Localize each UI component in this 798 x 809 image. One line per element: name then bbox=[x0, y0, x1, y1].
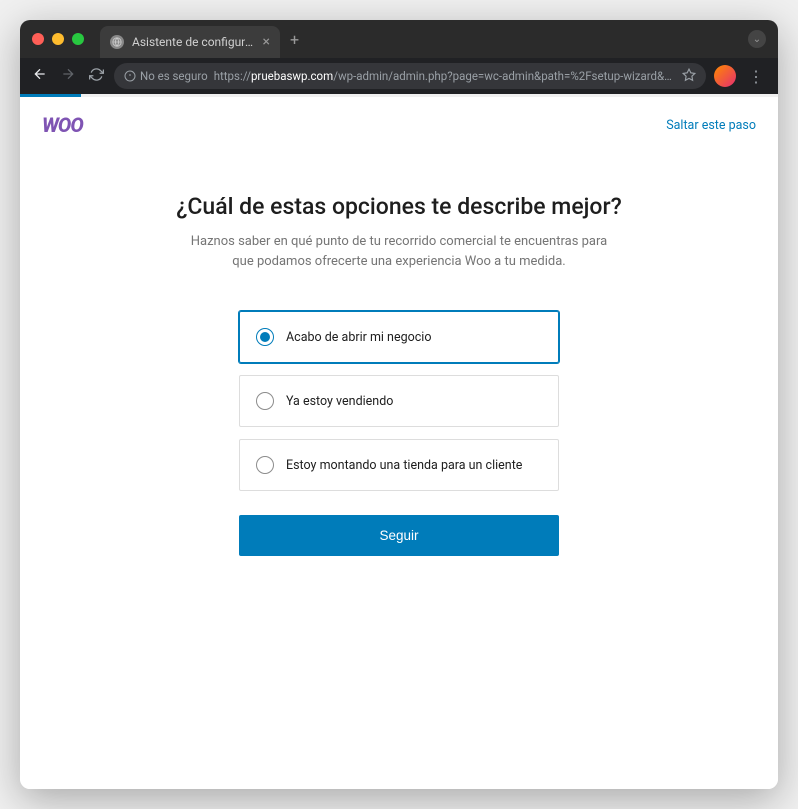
window-controls bbox=[32, 33, 84, 45]
radio-icon bbox=[256, 456, 274, 474]
browser-tab[interactable]: Asistente de configuración ‹ × bbox=[100, 26, 280, 58]
options-group: Acabo de abrir mi negocio Ya estoy vendi… bbox=[239, 311, 559, 491]
reload-button[interactable] bbox=[86, 67, 106, 86]
browser-window: Asistente de configuración ‹ × + ⌄ No es… bbox=[20, 20, 778, 789]
titlebar: Asistente de configuración ‹ × + ⌄ bbox=[20, 20, 778, 58]
chevron-down-icon[interactable]: ⌄ bbox=[748, 30, 766, 48]
bookmark-icon[interactable] bbox=[682, 68, 696, 85]
radio-icon bbox=[256, 328, 274, 346]
new-tab-button[interactable]: + bbox=[290, 30, 299, 49]
address-bar: No es seguro https://pruebaswp.com/wp-ad… bbox=[20, 58, 778, 94]
close-tab-icon[interactable]: × bbox=[263, 34, 270, 50]
url-field[interactable]: No es seguro https://pruebaswp.com/wp-ad… bbox=[114, 63, 706, 89]
woo-logo: WOO bbox=[42, 113, 83, 137]
page-content: WOO Saltar este paso ¿Cuál de estas opci… bbox=[20, 94, 778, 789]
page-heading: ¿Cuál de estas opciones te describe mejo… bbox=[176, 193, 622, 220]
page-subheading: Haznos saber en qué punto de tu recorrid… bbox=[189, 232, 609, 271]
option-label: Ya estoy vendiendo bbox=[286, 394, 393, 409]
option-label: Acabo de abrir mi negocio bbox=[286, 330, 431, 345]
option-building-for-client[interactable]: Estoy montando una tienda para un client… bbox=[239, 439, 559, 491]
radio-icon bbox=[256, 392, 274, 410]
browser-menu-icon[interactable]: ⋮ bbox=[744, 67, 768, 86]
profile-avatar[interactable] bbox=[714, 65, 736, 87]
app-header: WOO Saltar este paso bbox=[20, 97, 778, 153]
insecure-label: No es seguro bbox=[140, 69, 208, 83]
main-content: ¿Cuál de estas opciones te describe mejo… bbox=[20, 153, 778, 556]
option-already-selling[interactable]: Ya estoy vendiendo bbox=[239, 375, 559, 427]
option-just-opened[interactable]: Acabo de abrir mi negocio bbox=[239, 311, 559, 363]
minimize-window-button[interactable] bbox=[52, 33, 64, 45]
forward-button[interactable] bbox=[58, 66, 78, 86]
back-button[interactable] bbox=[30, 66, 50, 86]
maximize-window-button[interactable] bbox=[72, 33, 84, 45]
continue-button[interactable]: Seguir bbox=[239, 515, 559, 556]
warning-icon bbox=[124, 70, 136, 82]
insecure-badge: No es seguro bbox=[124, 69, 208, 83]
skip-step-link[interactable]: Saltar este paso bbox=[666, 118, 756, 133]
option-label: Estoy montando una tienda para un client… bbox=[286, 458, 522, 473]
globe-icon bbox=[110, 35, 124, 49]
tab-title: Asistente de configuración ‹ bbox=[132, 35, 255, 49]
close-window-button[interactable] bbox=[32, 33, 44, 45]
url-text: https://pruebaswp.com/wp-admin/admin.php… bbox=[214, 69, 676, 83]
